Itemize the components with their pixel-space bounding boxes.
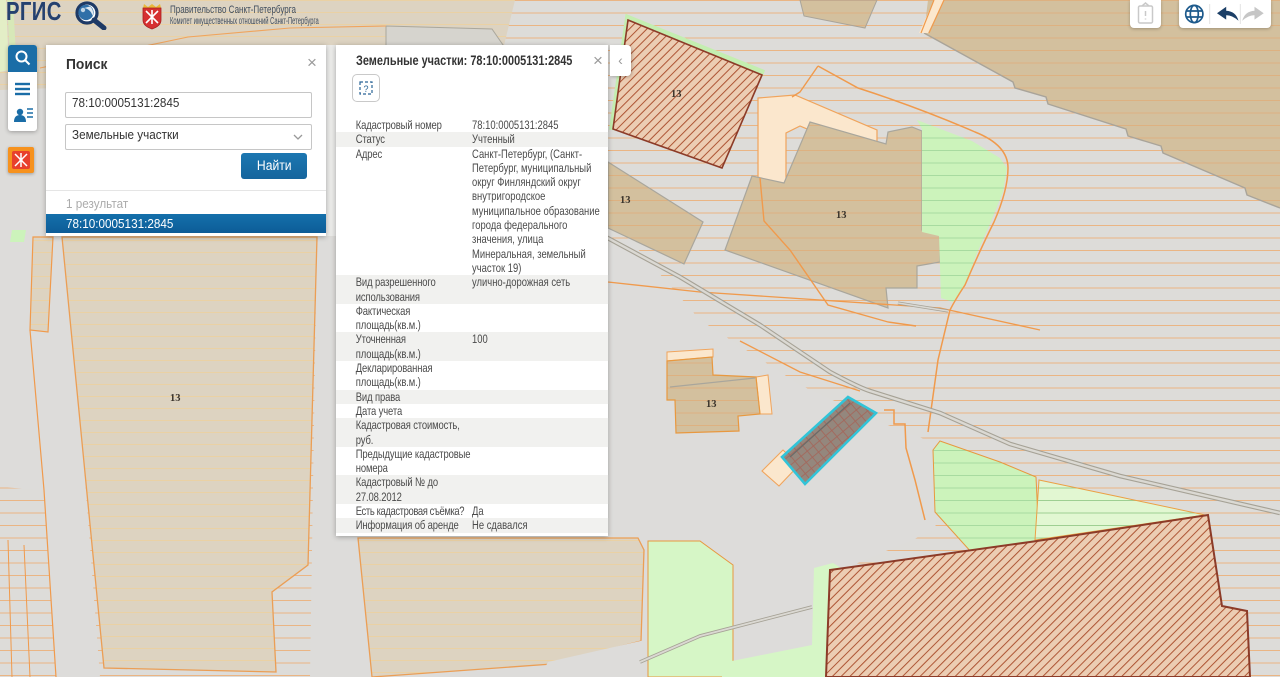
svg-text:13: 13 — [170, 393, 181, 404]
svg-text:13: 13 — [836, 210, 847, 221]
svg-text:13: 13 — [620, 195, 631, 206]
svg-text:?: ? — [363, 84, 368, 94]
svg-text:13: 13 — [706, 399, 717, 410]
svg-text:13: 13 — [671, 89, 682, 100]
